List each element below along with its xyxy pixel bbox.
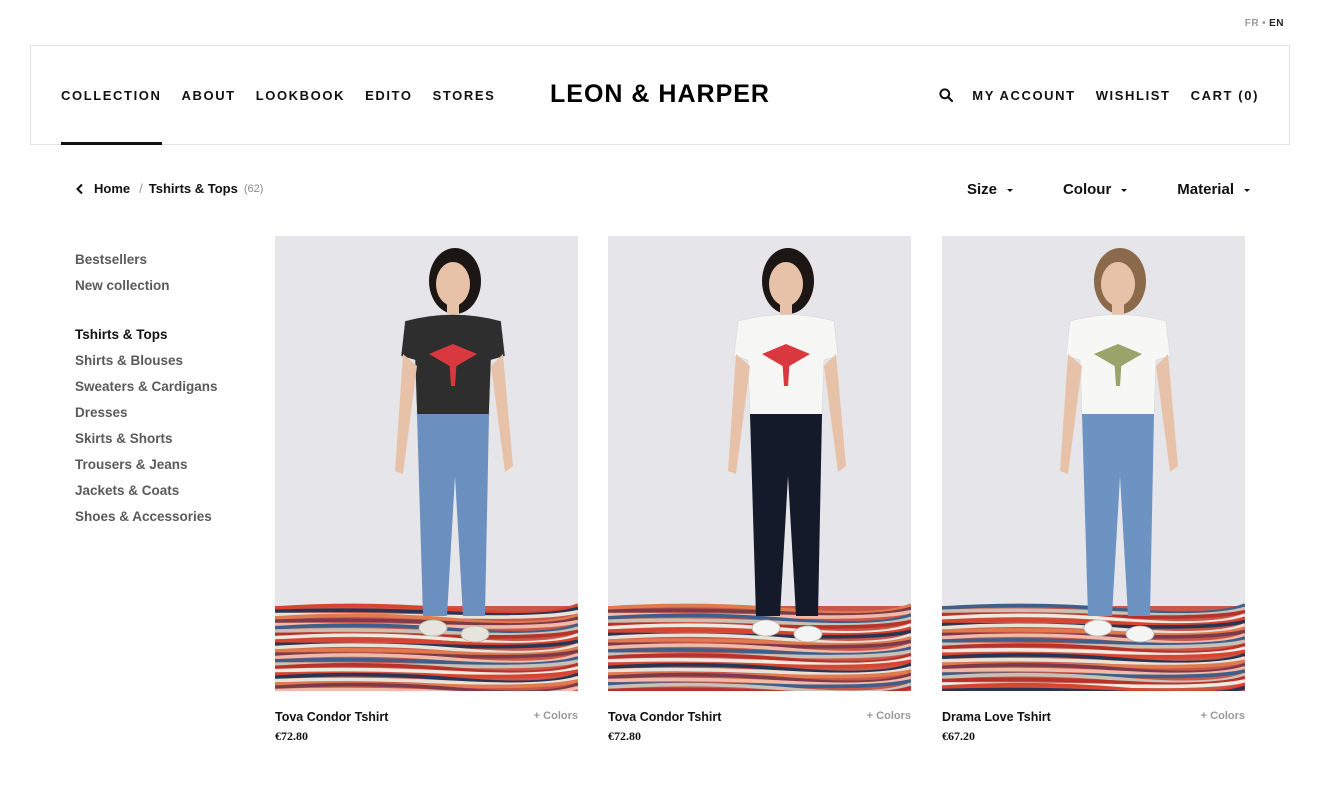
account-nav: MY ACCOUNT WISHLIST CART (0)	[939, 46, 1259, 144]
sidebar-item-tshirts-tops[interactable]: Tshirts & Tops	[75, 325, 218, 351]
caret-down-icon	[1244, 189, 1250, 192]
filter-material-label: Material	[1177, 181, 1234, 198]
lang-separator: •	[1262, 18, 1267, 29]
sidebar-item-bestsellers[interactable]: Bestsellers	[75, 250, 218, 276]
cart-link[interactable]: CART (0)	[1191, 88, 1259, 103]
sidebar-item-jackets-coats[interactable]: Jackets & Coats	[75, 481, 218, 507]
filter-size[interactable]: Size	[967, 181, 1013, 198]
product-image[interactable]	[608, 236, 911, 691]
sidebar-item-dresses[interactable]: Dresses	[75, 403, 218, 429]
more-colors-link[interactable]: + Colors	[867, 710, 911, 722]
caret-down-icon	[1006, 189, 1013, 192]
site-header: COLLECTION ABOUT LOOKBOOK EDITO STORES L…	[30, 45, 1290, 145]
product-count: (62)	[243, 182, 264, 195]
lang-fr-link[interactable]: FR	[1245, 18, 1259, 29]
product-card[interactable]: Tova Condor Tshirt + Colors €72.80	[608, 236, 911, 750]
breadcrumb-home[interactable]: Home	[94, 181, 130, 196]
more-colors-link[interactable]: + Colors	[534, 710, 578, 722]
product-name[interactable]: Tova Condor Tshirt	[608, 710, 911, 724]
product-price: €67.20	[942, 729, 975, 743]
wishlist-link[interactable]: WISHLIST	[1096, 88, 1171, 103]
product-image[interactable]	[942, 236, 1245, 691]
lang-en-link[interactable]: EN	[1269, 18, 1284, 29]
chevron-left-icon[interactable]	[75, 183, 85, 195]
sidebar-item-shoes-accessories[interactable]: Shoes & Accessories	[75, 507, 218, 533]
breadcrumb-current: Tshirts & Tops	[148, 181, 238, 196]
caret-down-icon	[1121, 189, 1128, 192]
sidebar-item-shirts-blouses[interactable]: Shirts & Blouses	[75, 351, 218, 377]
more-colors-link[interactable]: + Colors	[1201, 710, 1245, 722]
sidebar-item-sweaters-cardigans[interactable]: Sweaters & Cardigans	[75, 377, 218, 403]
filter-colour-label: Colour	[1062, 181, 1112, 198]
category-sidebar: Bestsellers New collection Tshirts & Top…	[75, 250, 218, 533]
product-card[interactable]: Drama Love Tshirt + Colors €67.20	[942, 236, 1245, 750]
search-icon[interactable]	[939, 88, 954, 103]
breadcrumb-separator: /	[139, 181, 143, 196]
filter-size-label: Size	[966, 181, 997, 198]
product-card[interactable]: Tova Condor Tshirt + Colors €72.80	[275, 236, 578, 750]
product-name[interactable]: Drama Love Tshirt	[942, 710, 1245, 724]
product-image[interactable]	[275, 236, 578, 691]
breadcrumb: Home / Tshirts & Tops (62)	[75, 181, 263, 196]
filter-material[interactable]: Material	[1177, 181, 1250, 198]
my-account-link[interactable]: MY ACCOUNT	[972, 88, 1075, 103]
product-price: €72.80	[275, 729, 308, 743]
filter-bar: Size Colour Material	[917, 181, 1250, 198]
sidebar-item-trousers-jeans[interactable]: Trousers & Jeans	[75, 455, 218, 481]
sidebar-item-skirts-shorts[interactable]: Skirts & Shorts	[75, 429, 218, 455]
product-name[interactable]: Tova Condor Tshirt	[275, 710, 578, 724]
sidebar-item-new-collection[interactable]: New collection	[75, 276, 218, 302]
product-price: €72.80	[608, 729, 641, 743]
language-switch: FR • EN	[1245, 18, 1284, 29]
filter-colour[interactable]: Colour	[1062, 181, 1128, 198]
